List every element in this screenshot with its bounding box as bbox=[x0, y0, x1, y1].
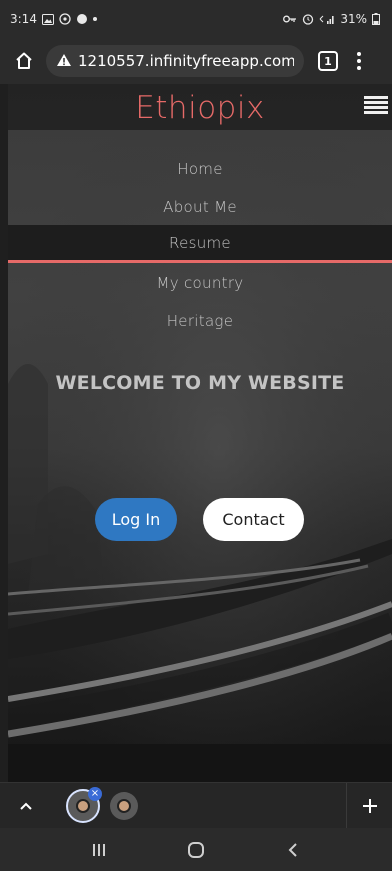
address-bar[interactable]: 1210557.infinityfreeapp.com bbox=[46, 45, 304, 77]
nav-resume[interactable]: Resume bbox=[8, 225, 392, 263]
kebab-menu-icon[interactable] bbox=[352, 50, 366, 72]
nav-my-country[interactable]: My country bbox=[8, 264, 392, 302]
home-icon[interactable] bbox=[10, 47, 38, 75]
close-icon[interactable]: × bbox=[88, 786, 102, 801]
nav-home[interactable]: Home bbox=[8, 150, 392, 188]
home-button-icon[interactable] bbox=[176, 835, 216, 865]
hamburger-icon[interactable] bbox=[364, 96, 388, 114]
site-title[interactable]: Ethiopix bbox=[8, 90, 392, 126]
alarm-icon bbox=[302, 13, 314, 25]
dot-icon bbox=[92, 17, 97, 21]
browser-toolbar: 1210557.infinityfreeapp.com 1 bbox=[0, 38, 392, 84]
login-button[interactable]: Log In bbox=[95, 498, 177, 541]
contact-button[interactable]: Contact bbox=[203, 498, 304, 541]
status-bar: 3:14 31% bbox=[0, 0, 392, 38]
system-nav-bar bbox=[0, 828, 392, 871]
nav-heritage[interactable]: Heritage bbox=[8, 302, 392, 340]
app-notification-icon bbox=[76, 13, 88, 25]
favicon-icon bbox=[117, 798, 131, 813]
status-time: 3:14 bbox=[10, 12, 37, 26]
tab-strip: × bbox=[0, 782, 392, 829]
warning-icon[interactable] bbox=[56, 52, 72, 71]
url-text[interactable]: 1210557.infinityfreeapp.com bbox=[78, 52, 294, 70]
back-icon[interactable] bbox=[273, 835, 313, 865]
gallery-icon bbox=[41, 13, 54, 25]
webpage: Ethiopix Home About Me Resume My country… bbox=[8, 84, 392, 782]
battery-icon bbox=[372, 13, 380, 25]
nav-about-me[interactable]: About Me bbox=[8, 188, 392, 226]
favicon-icon bbox=[76, 798, 90, 813]
chevron-up-icon[interactable] bbox=[0, 783, 52, 829]
tab-switcher-button[interactable]: 1 bbox=[318, 51, 338, 71]
key-icon bbox=[283, 15, 297, 23]
recents-icon[interactable] bbox=[79, 835, 119, 865]
battery-percent: 31% bbox=[340, 12, 367, 26]
plus-icon[interactable] bbox=[346, 782, 392, 829]
whatsapp-icon bbox=[59, 13, 71, 25]
site-header: Ethiopix bbox=[8, 84, 392, 130]
tab-favicon[interactable] bbox=[110, 791, 138, 820]
tab-favicon-active[interactable]: × bbox=[66, 786, 102, 823]
network-icon bbox=[319, 13, 335, 25]
welcome-heading: WELCOME TO MY WEBSITE bbox=[55, 372, 345, 394]
